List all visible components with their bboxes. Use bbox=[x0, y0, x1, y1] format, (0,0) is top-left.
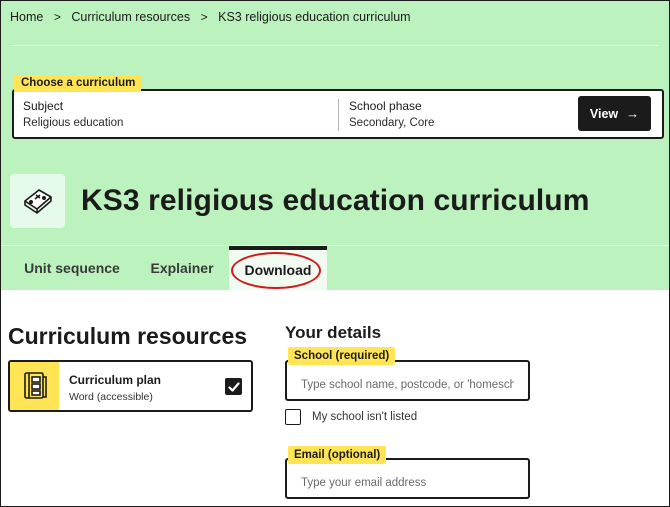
header-band: Home > Curriculum resources > KS3 religi… bbox=[1, 1, 669, 290]
tab-unit-sequence[interactable]: Unit sequence bbox=[13, 246, 131, 290]
breadcrumb-separator: > bbox=[200, 10, 208, 24]
curriculum-resources-title: Curriculum resources bbox=[8, 323, 248, 349]
curriculum-plan-icon bbox=[10, 362, 59, 410]
school-phase-label: School phase bbox=[349, 99, 422, 113]
subject-field[interactable]: Subject Religious education bbox=[23, 99, 123, 129]
view-button-label: View bbox=[589, 106, 619, 121]
your-details-title: Your details bbox=[285, 323, 382, 342]
arrow-right-icon: → bbox=[626, 106, 640, 121]
breadcrumb-current[interactable]: KS3 religious education curriculum bbox=[218, 10, 410, 24]
tab-download[interactable]: Download bbox=[229, 246, 327, 290]
breadcrumb-curriculum-resources[interactable]: Curriculum resources bbox=[71, 10, 190, 24]
school-not-listed-checkbox[interactable] bbox=[285, 409, 301, 425]
picker-divider bbox=[338, 99, 339, 131]
subject-value: Religious education bbox=[23, 117, 124, 129]
school-not-listed-option[interactable]: My school isn't listed bbox=[285, 409, 417, 425]
divider bbox=[11, 45, 659, 46]
school-phase-value: Secondary, Core bbox=[349, 117, 435, 129]
school-required-label: School (required) bbox=[288, 347, 396, 365]
view-button[interactable]: View → bbox=[578, 96, 651, 131]
resource-card-curriculum-plan[interactable]: Curriculum plan Word (accessible) bbox=[8, 360, 253, 412]
page-frame: Home > Curriculum resources > KS3 religi… bbox=[0, 0, 670, 507]
curriculum-picker: Subject Religious education School phase… bbox=[12, 89, 664, 139]
breadcrumb-separator: > bbox=[53, 10, 61, 24]
annotation-circle bbox=[231, 252, 321, 289]
resource-format: Word (accessible) bbox=[69, 391, 153, 403]
email-input[interactable] bbox=[285, 458, 530, 499]
resource-checkbox[interactable] bbox=[225, 378, 242, 395]
resource-name: Curriculum plan bbox=[69, 373, 162, 387]
checkmark-icon bbox=[227, 381, 240, 392]
school-not-listed-label: My school isn't listed bbox=[312, 411, 418, 423]
school-phase-field[interactable]: School phase Secondary, Core bbox=[349, 99, 434, 129]
religious-education-book-icon bbox=[10, 174, 65, 228]
breadcrumb-home[interactable]: Home bbox=[10, 10, 43, 24]
subject-label: Subject bbox=[23, 99, 64, 113]
tab-explainer[interactable]: Explainer bbox=[135, 246, 229, 290]
school-input[interactable] bbox=[285, 360, 530, 401]
page-title: KS3 religious education curriculum bbox=[81, 184, 590, 217]
email-optional-label: Email (optional) bbox=[288, 446, 387, 464]
choose-curriculum-tag: Choose a curriculum bbox=[14, 75, 142, 92]
breadcrumb: Home > Curriculum resources > KS3 religi… bbox=[10, 10, 411, 24]
